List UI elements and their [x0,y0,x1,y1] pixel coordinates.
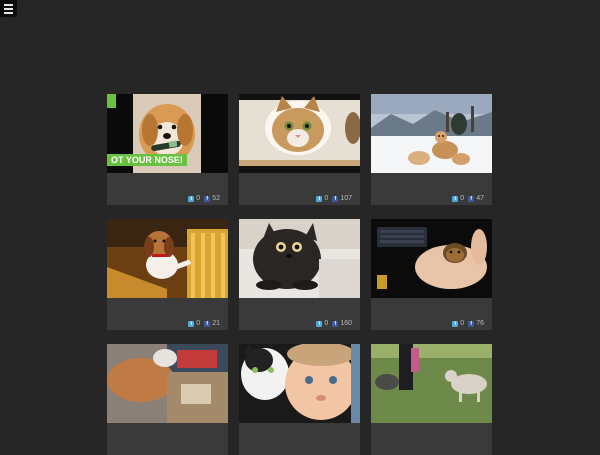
facebook-icon[interactable]: f [204,195,211,202]
twitter-count: 0 [196,195,201,202]
facebook-icon[interactable]: f [204,320,211,327]
twitter-count: 0 [196,320,201,327]
thumbnail-caption: OT YOUR NOSE! [107,154,187,166]
video-thumbnail[interactable] [107,344,228,423]
kitten-thumbnail-image [239,94,360,173]
video-card[interactable]: OT YOUR NOSE! t 0 f 52 [107,94,228,205]
video-card[interactable]: t 0 f 76 [371,219,492,330]
twitter-icon[interactable]: t [188,195,195,202]
video-thumbnail[interactable]: OT YOUR NOSE! [107,94,228,173]
twitter-icon[interactable]: t [316,320,323,327]
facebook-icon[interactable]: f [468,320,475,327]
share-stats: t 0 f 107 [316,195,354,202]
twitter-count: 0 [324,320,329,327]
facebook-count: 76 [476,320,484,327]
menu-line [4,11,13,14]
video-card[interactable]: t 0 f 107 [239,94,360,205]
menu-line [4,7,13,10]
lying-dog-thumbnail-image [107,344,228,423]
video-card[interactable]: t 0 f 21 [107,219,228,330]
share-stats: t 0 f 47 [452,195,486,202]
facebook-count: 107 [340,195,352,202]
twitter-icon[interactable]: t [452,320,459,327]
video-thumbnail[interactable] [107,219,228,298]
video-thumbnail[interactable] [371,94,492,173]
field-animals-thumbnail-image [371,344,492,423]
video-thumbnail[interactable] [239,219,360,298]
twitter-icon[interactable]: t [316,195,323,202]
twitter-icon[interactable]: t [452,195,459,202]
share-stats: t 0 f 52 [188,195,222,202]
facebook-count: 21 [212,320,220,327]
facebook-icon[interactable]: f [332,320,339,327]
video-grid: OT YOUR NOSE! t 0 f 52 t 0 f 107 t 0 f 4… [107,94,493,455]
video-thumbnail[interactable] [239,94,360,173]
video-thumbnail[interactable] [371,219,492,298]
twitter-count: 0 [324,195,329,202]
facebook-icon[interactable]: f [468,195,475,202]
facebook-count: 52 [212,195,220,202]
share-stats: t 0 f 76 [452,320,486,327]
video-thumbnail[interactable] [239,344,360,423]
twitter-icon[interactable]: t [188,320,195,327]
menu-button[interactable] [0,0,17,17]
facebook-count: 160 [340,320,352,327]
twitter-count: 0 [460,195,465,202]
share-stats: t 0 f 21 [188,320,222,327]
share-stats: t 0 f 160 [316,320,354,327]
facebook-count: 47 [476,195,484,202]
caption-accent [107,94,116,108]
twitter-count: 0 [460,320,465,327]
black-cat-thumbnail-image [239,219,360,298]
snow-dogs-thumbnail-image [371,94,492,173]
video-card[interactable]: t 0 f 160 [239,219,360,330]
video-card[interactable]: t 0 f 47 [371,94,492,205]
facebook-icon[interactable]: f [332,195,339,202]
beagle-thumbnail-image [107,219,228,298]
menu-line [4,3,13,6]
video-thumbnail[interactable] [371,344,492,423]
cat-baby-thumbnail-image [239,344,360,423]
hand-animal-thumbnail-image [371,219,492,298]
